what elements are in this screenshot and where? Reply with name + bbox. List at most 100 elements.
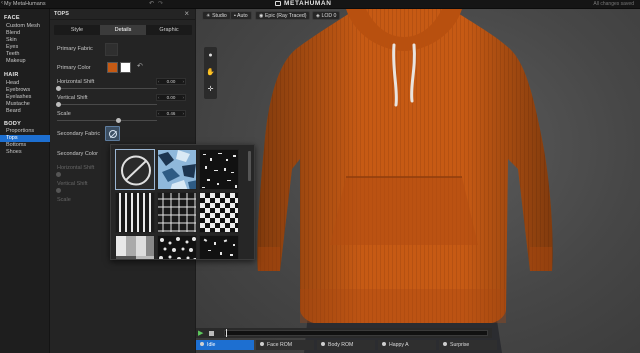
nav-item-eyelashes[interactable]: Eyelashes bbox=[6, 94, 50, 101]
secondary-vertical-shift-label: Vertical Shift bbox=[57, 181, 88, 187]
project-title[interactable]: My MetaHumans bbox=[4, 1, 46, 7]
camera-auto-button[interactable]: ▪ Auto bbox=[230, 11, 252, 20]
save-status: All changes saved bbox=[593, 1, 634, 7]
redo-icon[interactable]: ↷ bbox=[158, 0, 163, 7]
increment-icon[interactable]: › bbox=[183, 95, 185, 101]
nav-item-teeth[interactable]: Teeth bbox=[6, 51, 50, 58]
scale-slider[interactable] bbox=[116, 118, 121, 123]
pattern-dots[interactable] bbox=[157, 235, 197, 259]
hand-icon[interactable]: ✋ bbox=[206, 68, 215, 77]
close-icon[interactable]: × bbox=[184, 9, 189, 18]
brand-name: METAHUMAN bbox=[284, 0, 332, 7]
vertical-shift-slider[interactable] bbox=[56, 102, 61, 107]
decrement-icon[interactable]: ‹ bbox=[158, 111, 160, 117]
vertical-shift-value: 0.00 bbox=[166, 95, 176, 100]
pattern-vertical-stripes[interactable] bbox=[115, 192, 155, 233]
metahuman-logo-icon bbox=[275, 1, 281, 6]
primary-color-label: Primary Color bbox=[57, 65, 91, 71]
play-icon[interactable]: ▶ bbox=[198, 329, 203, 337]
decrement-icon[interactable]: ‹ bbox=[158, 95, 160, 101]
hem-band bbox=[300, 289, 506, 323]
nav-item-beard[interactable]: Beard bbox=[6, 108, 50, 115]
nav-item-tops[interactable]: Tops bbox=[0, 135, 50, 142]
hoodie-shading bbox=[257, 9, 553, 323]
animation-timeline: ▶ bbox=[196, 328, 492, 338]
primary-fabric-label: Primary Fabric bbox=[57, 46, 93, 52]
secondary-horizontal-shift-label: Horizontal Shift bbox=[57, 165, 95, 171]
cursor-icon[interactable]: ● bbox=[206, 51, 215, 60]
stop-icon[interactable] bbox=[209, 331, 214, 336]
pattern-scattered-marks[interactable] bbox=[199, 235, 239, 259]
move-icon[interactable]: ✛ bbox=[206, 85, 215, 94]
kangaroo-pocket bbox=[330, 177, 478, 245]
primary-color-swatch[interactable] bbox=[107, 62, 118, 73]
fabric-picker bbox=[110, 144, 255, 260]
secondary-scale-label: Scale bbox=[57, 197, 71, 203]
pattern-gradient-blocks[interactable] bbox=[115, 235, 155, 259]
lod-button[interactable]: ◈ LOD 0 bbox=[312, 11, 341, 20]
pattern-grid[interactable] bbox=[157, 192, 197, 233]
secondary-fabric-button[interactable] bbox=[105, 126, 120, 141]
scale-value: 0.46 bbox=[166, 111, 176, 116]
picker-scrollbar[interactable] bbox=[248, 151, 251, 181]
scale-input[interactable]: ‹ 0.46 › bbox=[156, 110, 186, 117]
secondary-horizontal-shift-slider bbox=[56, 172, 61, 177]
horizontal-shift-value: 0.00 bbox=[166, 79, 176, 84]
anim-happy-a-button[interactable]: Happy A bbox=[378, 340, 436, 350]
nav-section-face: FACE bbox=[4, 15, 20, 21]
animation-presets: Idle Face ROM Body ROM Happy A Surprise bbox=[196, 339, 640, 351]
render-quality-button[interactable]: ◉ Epic (Ray Traced) bbox=[255, 11, 311, 20]
tab-style[interactable]: Style bbox=[54, 25, 100, 35]
surprise-icon bbox=[443, 342, 447, 346]
nav-item-proportions[interactable]: Proportions bbox=[6, 128, 50, 135]
3d-viewport[interactable]: ☀ Studio ▪ Auto ◉ Epic (Ray Traced) ◈ LO… bbox=[196, 9, 640, 353]
nav-section-hair: HAIR bbox=[4, 72, 19, 78]
nav-item-bottoms[interactable]: Bottoms bbox=[6, 142, 50, 149]
anim-surprise-button[interactable]: Surprise bbox=[439, 340, 497, 350]
nav-section-body: BODY bbox=[4, 121, 22, 127]
nav-item-custom-mesh[interactable]: Custom Mesh bbox=[6, 23, 50, 30]
secondary-color-label: Secondary Color bbox=[57, 151, 98, 157]
anim-body-rom-button[interactable]: Body ROM bbox=[317, 340, 375, 350]
left-cuff bbox=[258, 247, 280, 271]
pattern-terrazzo[interactable] bbox=[199, 149, 239, 190]
timeline-playhead[interactable] bbox=[226, 329, 227, 337]
no-fabric-icon bbox=[109, 130, 117, 138]
nav-item-eyebrows[interactable]: Eyebrows bbox=[6, 87, 50, 94]
anim-idle-button[interactable]: Idle bbox=[196, 340, 254, 350]
face-icon bbox=[260, 342, 264, 346]
back-arrow-icon[interactable]: ‹ bbox=[1, 0, 3, 6]
vertical-shift-input[interactable]: ‹ 0.00 › bbox=[156, 94, 186, 101]
nav-item-head[interactable]: Head bbox=[6, 80, 50, 87]
viewport-tools: ● ✋ ✛ bbox=[204, 47, 217, 99]
horizontal-shift-input[interactable]: ‹ 0.00 › bbox=[156, 78, 186, 85]
increment-icon[interactable]: › bbox=[183, 111, 185, 117]
nav-item-blend[interactable]: Blend bbox=[6, 30, 50, 37]
reset-icon[interactable]: ↶ bbox=[137, 62, 143, 70]
anim-face-rom-button[interactable]: Face ROM bbox=[256, 340, 314, 350]
white-color-swatch[interactable] bbox=[120, 62, 131, 73]
smile-icon bbox=[382, 342, 386, 346]
undo-icon[interactable]: ↶ bbox=[149, 0, 154, 7]
nav-item-mustache[interactable]: Mustache bbox=[6, 101, 50, 108]
nav-item-eyes[interactable]: Eyes bbox=[6, 44, 50, 51]
nav-item-shoes[interactable]: Shoes bbox=[6, 149, 50, 156]
pattern-none[interactable] bbox=[115, 149, 155, 190]
increment-icon[interactable]: › bbox=[183, 79, 185, 85]
nav-item-skin[interactable]: Skin bbox=[6, 37, 50, 44]
tab-graphic[interactable]: Graphic bbox=[146, 25, 192, 35]
timeline-track[interactable] bbox=[224, 330, 488, 336]
left-nav: FACE Custom Mesh Blend Skin Eyes Teeth M… bbox=[0, 9, 50, 353]
nav-item-makeup[interactable]: Makeup bbox=[6, 58, 50, 65]
brand-logo: METAHUMAN bbox=[275, 0, 332, 7]
primary-fabric-button[interactable] bbox=[105, 43, 118, 56]
tab-details[interactable]: Details bbox=[100, 25, 146, 35]
pattern-camouflage[interactable] bbox=[157, 149, 197, 190]
character-render bbox=[257, 9, 553, 353]
horizontal-shift-label: Horizontal Shift bbox=[57, 79, 95, 85]
decrement-icon[interactable]: ‹ bbox=[158, 79, 160, 85]
play-dot-icon bbox=[200, 342, 204, 346]
horizontal-shift-slider[interactable] bbox=[56, 86, 61, 91]
pattern-checkerboard[interactable] bbox=[199, 192, 239, 233]
lighting-studio-button[interactable]: ☀ Studio bbox=[202, 11, 231, 20]
